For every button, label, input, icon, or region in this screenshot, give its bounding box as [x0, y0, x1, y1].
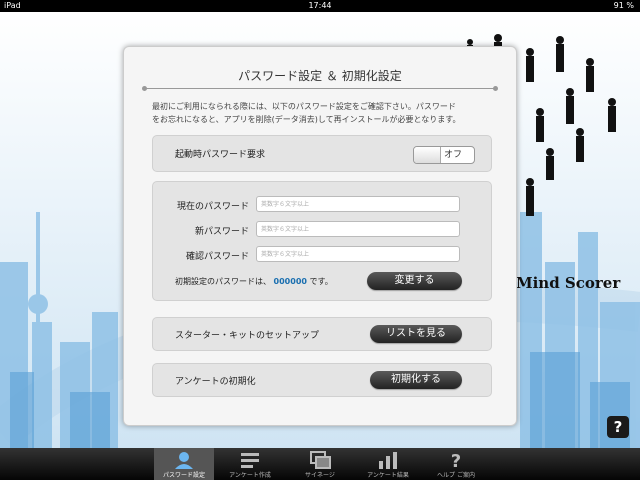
signage-icon	[310, 451, 331, 469]
person-icon	[175, 452, 193, 469]
intro-line-1: 最初にご利用になられる際には、以下のパスワード設定をご確認下さい。パスワード	[152, 102, 456, 111]
tab-password-settings[interactable]: パスワード設定	[154, 448, 214, 480]
tab-label: サイネージ	[305, 472, 335, 479]
reset-survey-button[interactable]: 初期化する	[370, 371, 462, 389]
current-password-input[interactable]: 英数字６文字以上	[256, 196, 460, 212]
survey-reset-row: アンケートの初期化 初期化する	[152, 363, 492, 397]
tab-label: ヘルプ ご案内	[437, 472, 475, 479]
bar-chart-icon	[379, 452, 397, 469]
intro-text: 最初にご利用になられる際には、以下のパスワード設定をご確認下さい。パスワード を…	[152, 100, 502, 126]
launch-password-row: 起動時パスワード要求 オフ	[152, 135, 492, 172]
edit-list-icon	[241, 453, 259, 468]
change-password-button[interactable]: 変更する	[367, 272, 462, 290]
tab-label: パスワード設定	[162, 472, 205, 479]
view-list-button[interactable]: リストを見る	[370, 325, 462, 343]
default-password-note: 初期設定のパスワードは、 000000 です。	[175, 276, 333, 287]
password-settings-panel: パスワード設定 ＆ 初期化設定 最初にご利用になられる際には、以下のパスワード設…	[123, 46, 517, 426]
current-password-label: 現在のパスワード	[176, 202, 249, 212]
mind-scorer-logo: Mind Scorer	[516, 274, 621, 292]
status-bar: iPad 17:44 91 %	[0, 0, 640, 12]
intro-line-2: をお忘れになると、アプリを削除(データ消去)して再インストールが必要となります。	[152, 115, 461, 124]
toggle-knob	[414, 147, 441, 163]
panel-title: パスワード設定 ＆ 初期化設定	[238, 69, 402, 83]
new-password-label: 新パスワード	[194, 227, 249, 237]
question-icon: ?	[451, 451, 461, 469]
tab-label: アンケート作成	[229, 472, 271, 479]
tab-help[interactable]: ? ヘルプ ご案内	[426, 448, 486, 480]
note-prefix: 初期設定のパスワードは、	[175, 277, 271, 286]
launch-password-toggle[interactable]: オフ	[413, 146, 475, 164]
tab-label: アンケート結果	[367, 472, 409, 479]
tab-survey-results[interactable]: アンケート結果	[358, 448, 418, 480]
survey-reset-label: アンケートの初期化	[175, 377, 256, 387]
help-button[interactable]: ?	[607, 416, 629, 438]
note-suffix: です。	[309, 277, 333, 286]
new-password-input[interactable]: 英数字６文字以上	[256, 221, 460, 237]
confirm-password-label: 確認パスワード	[185, 252, 249, 262]
toggle-state: オフ	[444, 150, 463, 160]
tab-survey-create[interactable]: アンケート作成	[220, 448, 280, 480]
starter-kit-label: スターター・キットのセットアップ	[175, 331, 320, 341]
tab-bar: パスワード設定 アンケート作成 サイネージ アンケート結果 ? ヘルプ ご案内	[0, 448, 640, 480]
confirm-password-input[interactable]: 英数字６文字以上	[256, 246, 460, 262]
title-divider	[142, 86, 498, 91]
password-form-row: 現在のパスワード 英数字６文字以上 新パスワード 英数字６文字以上 確認パスワー…	[152, 181, 492, 301]
launch-password-label: 起動時パスワード要求	[175, 150, 266, 160]
tab-signage[interactable]: サイネージ	[290, 448, 350, 480]
default-password-code: 000000	[273, 277, 307, 286]
svg-text:?: ?	[451, 451, 461, 469]
status-time: 17:44	[308, 1, 332, 10]
starter-kit-row: スターター・キットのセットアップ リストを見る	[152, 317, 492, 351]
battery-level: 91 %	[613, 1, 634, 10]
